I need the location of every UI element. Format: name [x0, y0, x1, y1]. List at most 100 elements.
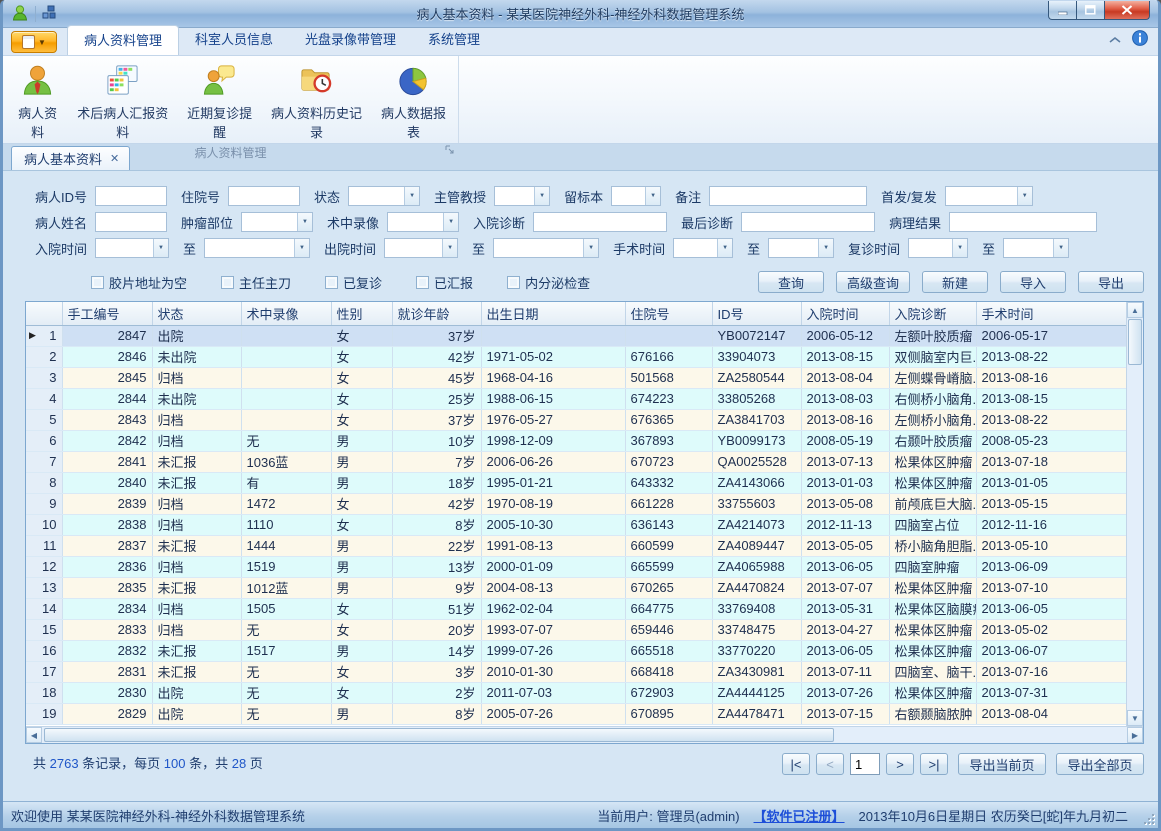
grid-cell[interactable]: 有 — [241, 472, 331, 493]
grid-cell[interactable] — [625, 325, 712, 346]
grid-cell[interactable]: 13岁 — [392, 556, 481, 577]
table-row[interactable]: 162832未汇报1517男14岁1999-07-266655183377022… — [26, 640, 1128, 661]
grid-cell[interactable]: 14岁 — [392, 640, 481, 661]
grid-cell[interactable]: 2013-08-03 — [801, 388, 889, 409]
ribbon-tab-3[interactable]: 光盘录像带管理 — [289, 25, 412, 55]
filter-combo-首发/复发[interactable]: ▼ — [945, 186, 1033, 206]
filter-combo-主管教授[interactable]: ▼ — [494, 186, 550, 206]
toolbar-button-查询[interactable]: 查询 — [758, 271, 824, 293]
grid-cell[interactable]: 2013-08-22 — [976, 409, 1128, 430]
grid-cell[interactable]: 25岁 — [392, 388, 481, 409]
info-icon[interactable] — [1132, 30, 1148, 49]
grid-cell[interactable]: 无 — [241, 682, 331, 703]
grid-cell[interactable]: 10岁 — [392, 430, 481, 451]
grid-cell[interactable]: 2013-06-09 — [976, 556, 1128, 577]
grid-cell[interactable]: 2834 — [62, 598, 152, 619]
grid-cell[interactable]: YB0072147 — [712, 325, 801, 346]
page-number-input[interactable] — [850, 753, 880, 775]
grid-cell[interactable]: 未汇报 — [152, 535, 241, 556]
grid-header-性别[interactable]: 性别 — [331, 302, 392, 325]
grid-cell[interactable]: 51岁 — [392, 598, 481, 619]
grid-cell[interactable]: 2837 — [62, 535, 152, 556]
grid-cell[interactable]: 左侧蝶骨嵴脑... — [889, 367, 976, 388]
grid-cell[interactable]: 661228 — [625, 493, 712, 514]
grid-cell[interactable]: 1998-12-09 — [481, 430, 625, 451]
toolbar-button-新建[interactable]: 新建 — [922, 271, 988, 293]
chevron-down-icon[interactable]: ▼ — [717, 239, 732, 257]
grid-cell[interactable]: 659446 — [625, 619, 712, 640]
grid-cell[interactable]: 670265 — [625, 577, 712, 598]
toolbar-button-高级查询[interactable]: 高级查询 — [836, 271, 910, 293]
grid-cell[interactable] — [241, 325, 331, 346]
grid-cell[interactable]: 男 — [331, 577, 392, 598]
filter-input-住院号[interactable] — [228, 186, 300, 206]
grid-cell[interactable]: 668418 — [625, 661, 712, 682]
grid-cell[interactable]: 670895 — [625, 703, 712, 724]
row-indicator[interactable]: 14 — [26, 598, 62, 619]
grid-cell[interactable]: 归档 — [152, 619, 241, 640]
toolbar-button-导入[interactable]: 导入 — [1000, 271, 1066, 293]
grid-cell[interactable]: 男 — [331, 535, 392, 556]
filter-combo-手术时间[interactable]: ▼ — [673, 238, 733, 258]
grid-cell[interactable]: ZA4470824 — [712, 577, 801, 598]
grid-cell[interactable]: 2005-07-26 — [481, 703, 625, 724]
minimize-button[interactable] — [1048, 1, 1077, 20]
grid-cell[interactable]: 674223 — [625, 388, 712, 409]
grid-cell[interactable]: 2013-08-15 — [976, 388, 1128, 409]
table-row[interactable]: 42844未出院女25岁1988-06-15674223338052682013… — [26, 388, 1128, 409]
grid-cell[interactable]: 松果体区肿瘤 — [889, 640, 976, 661]
filter-combo-状态[interactable]: ▼ — [348, 186, 420, 206]
grid-cell[interactable]: 1472 — [241, 493, 331, 514]
grid-cell[interactable]: 1976-05-27 — [481, 409, 625, 430]
grid-cell[interactable]: 665599 — [625, 556, 712, 577]
grid-cell[interactable]: 四脑室肿瘤 — [889, 556, 976, 577]
grid-cell[interactable]: 2835 — [62, 577, 152, 598]
grid-cell[interactable]: ZA4214073 — [712, 514, 801, 535]
table-row[interactable]: 1▶2847出院女37岁YB00721472006-05-12左额叶胶质瘤200… — [26, 325, 1128, 346]
filter-input-病人姓名[interactable] — [95, 212, 167, 232]
filter-combo-肿瘤部位[interactable]: ▼ — [241, 212, 313, 232]
grid-cell[interactable]: 归档 — [152, 493, 241, 514]
grid-cell[interactable]: 2013-05-05 — [801, 535, 889, 556]
table-row[interactable]: 132835未汇报1012蓝男9岁2004-08-13670265ZA44708… — [26, 577, 1128, 598]
grid-cell[interactable]: 男 — [331, 451, 392, 472]
chevron-down-icon[interactable]: ▼ — [442, 239, 457, 257]
grid-cell[interactable]: 2013-01-03 — [801, 472, 889, 493]
app-menu-button[interactable]: ▼ — [11, 31, 57, 53]
row-indicator[interactable]: 6 — [26, 430, 62, 451]
grid-cell[interactable]: 1991-08-13 — [481, 535, 625, 556]
grid-cell[interactable]: 无 — [241, 661, 331, 682]
grid-cell[interactable]: 42岁 — [392, 346, 481, 367]
chevron-down-icon[interactable]: ▼ — [297, 213, 312, 231]
grid-cell[interactable]: ZA2580544 — [712, 367, 801, 388]
grid-cell[interactable]: 出院 — [152, 703, 241, 724]
filter-combo-至[interactable]: ▼ — [204, 238, 310, 258]
grid-cell[interactable]: 2013-07-13 — [801, 451, 889, 472]
grid-cell[interactable]: 2010-01-30 — [481, 661, 625, 682]
row-indicator[interactable]: 3 — [26, 367, 62, 388]
grid-cell[interactable]: YB0099173 — [712, 430, 801, 451]
grid-header-手工编号[interactable]: 手工编号 — [62, 302, 152, 325]
grid-cell[interactable]: 1999-07-26 — [481, 640, 625, 661]
ribbon-tab-2[interactable]: 科室人员信息 — [179, 25, 289, 55]
grid-cell[interactable]: 2013-07-16 — [976, 661, 1128, 682]
grid-cell[interactable]: 33755603 — [712, 493, 801, 514]
filter-input-入院诊断[interactable] — [533, 212, 667, 232]
grid-header-出生日期[interactable]: 出生日期 — [481, 302, 625, 325]
table-row[interactable]: 112837未汇报1444男22岁1991-08-13660599ZA40894… — [26, 535, 1128, 556]
grid-cell[interactable]: 无 — [241, 430, 331, 451]
chevron-down-icon[interactable]: ▼ — [1017, 187, 1032, 205]
grid-cell[interactable]: 2013-08-16 — [976, 367, 1128, 388]
grid-header-ID号[interactable]: ID号 — [712, 302, 801, 325]
chevron-down-icon[interactable]: ▼ — [645, 187, 660, 205]
grid-cell[interactable]: 676166 — [625, 346, 712, 367]
grid-cell[interactable]: 2836 — [62, 556, 152, 577]
grid-cell[interactable]: 四脑室、脑干... — [889, 661, 976, 682]
grid-cell[interactable] — [241, 409, 331, 430]
ribbon-action-近期复诊提醒[interactable]: 近期复诊提醒 — [177, 60, 262, 144]
row-indicator[interactable]: 7 — [26, 451, 62, 472]
grid-header-就诊年龄[interactable]: 就诊年龄 — [392, 302, 481, 325]
grid-cell[interactable]: 2013-06-07 — [976, 640, 1128, 661]
checkbox-icon[interactable] — [325, 276, 338, 289]
grid-cell[interactable]: 2830 — [62, 682, 152, 703]
